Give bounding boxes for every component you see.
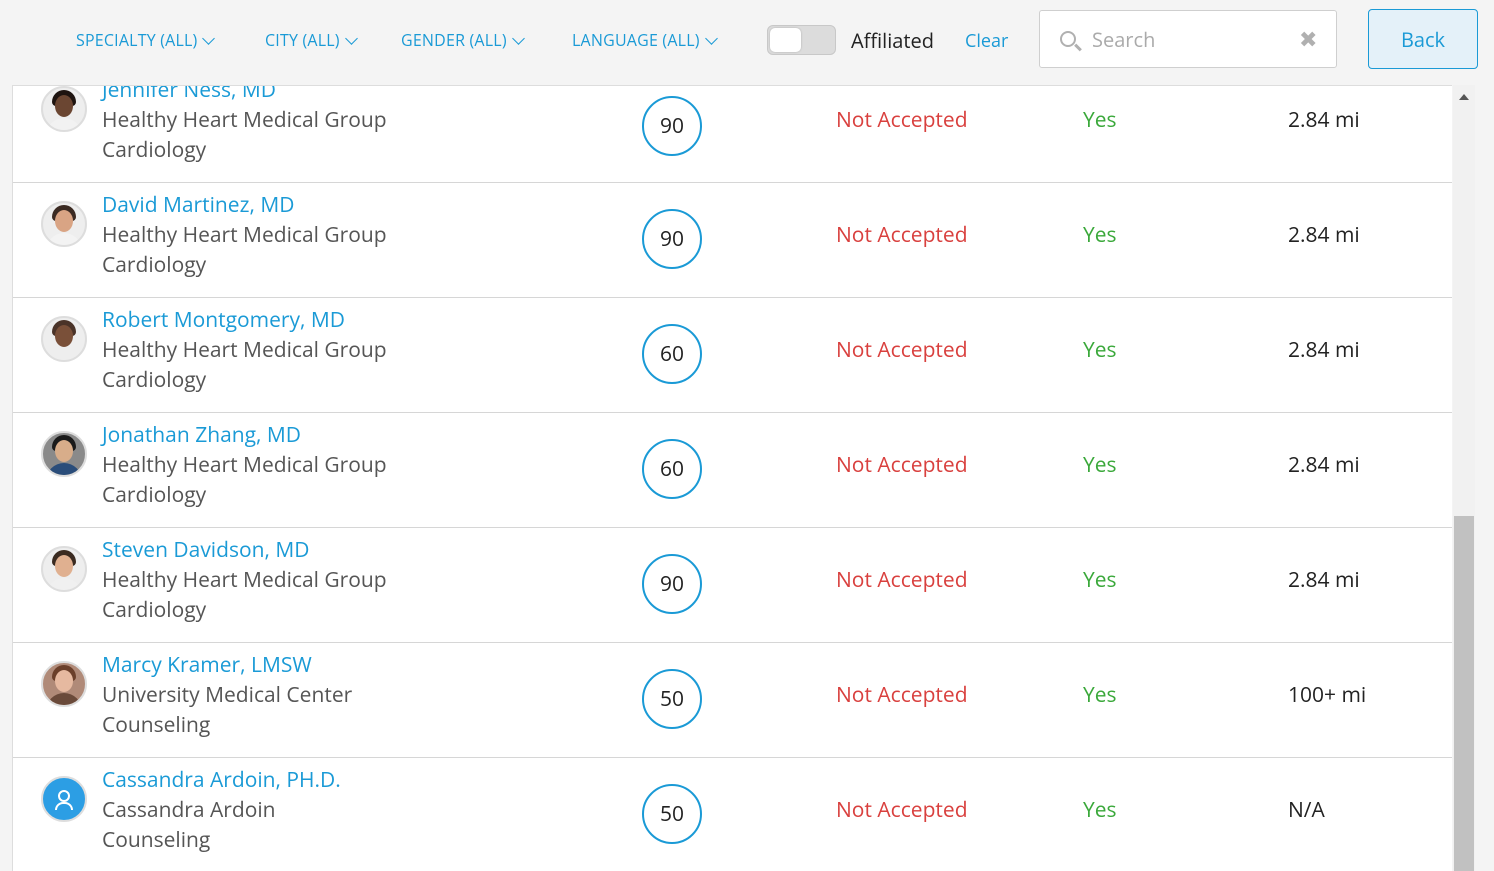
status-badge: Not Accepted xyxy=(836,336,968,364)
scroll-up-arrow-icon[interactable] xyxy=(1459,94,1469,100)
close-icon[interactable]: ✖ xyxy=(1299,28,1317,50)
avatar xyxy=(41,661,87,707)
specialty-filter[interactable]: SPECIALTY (ALL) xyxy=(76,28,216,52)
affiliated-value: Yes xyxy=(1083,681,1117,709)
status-badge: Not Accepted xyxy=(836,796,968,824)
toggle-knob xyxy=(770,28,801,52)
provider-org: Healthy Heart Medical Group xyxy=(102,451,387,479)
distance-value: 2.84 mi xyxy=(1288,566,1360,594)
affiliated-value: Yes xyxy=(1083,221,1117,249)
scroll-thumb[interactable] xyxy=(1454,516,1474,871)
table-row: Jonathan Zhang, MD Healthy Heart Medical… xyxy=(13,413,1452,528)
score-badge: 50 xyxy=(642,669,702,729)
provider-specialty: Cardiology xyxy=(102,136,207,164)
provider-specialty: Cardiology xyxy=(102,366,207,394)
provider-specialty: Cardiology xyxy=(102,596,207,624)
provider-name[interactable]: Marcy Kramer, LMSW xyxy=(102,651,312,679)
provider-name[interactable]: Steven Davidson, MD xyxy=(102,536,310,564)
specialty-filter-label: SPECIALTY (ALL) xyxy=(76,29,198,51)
provider-org: Healthy Heart Medical Group xyxy=(102,336,387,364)
back-button[interactable]: Back xyxy=(1368,9,1478,69)
score-badge: 60 xyxy=(642,439,702,499)
provider-org: Healthy Heart Medical Group xyxy=(102,221,387,249)
table-row: Marcy Kramer, LMSW University Medical Ce… xyxy=(13,643,1452,758)
provider-list: Jennifer Ness, MD Healthy Heart Medical … xyxy=(12,85,1452,871)
gender-filter-label: GENDER (ALL) xyxy=(401,29,507,51)
table-row: Cassandra Ardoin, PH.D. Cassandra Ardoin… xyxy=(13,758,1452,871)
status-badge: Not Accepted xyxy=(836,106,968,134)
distance-value: N/A xyxy=(1288,796,1325,824)
provider-name[interactable]: Robert Montgomery, MD xyxy=(102,306,345,334)
status-badge: Not Accepted xyxy=(836,221,968,249)
provider-name[interactable]: Jonathan Zhang, MD xyxy=(102,421,301,449)
provider-org: Healthy Heart Medical Group xyxy=(102,106,387,134)
affiliated-value: Yes xyxy=(1083,451,1117,479)
distance-value: 2.84 mi xyxy=(1288,221,1360,249)
search-box: ✖ xyxy=(1039,10,1337,68)
search-icon xyxy=(1060,31,1076,47)
table-row: Steven Davidson, MD Healthy Heart Medica… xyxy=(13,528,1452,643)
score-badge: 90 xyxy=(642,96,702,156)
score-badge: 90 xyxy=(642,209,702,269)
avatar xyxy=(41,316,87,362)
gender-filter[interactable]: GENDER (ALL) xyxy=(401,28,525,52)
affiliated-value: Yes xyxy=(1083,566,1117,594)
provider-specialty: Counseling xyxy=(102,711,211,739)
provider-name[interactable]: Cassandra Ardoin, PH.D. xyxy=(102,766,341,794)
provider-specialty: Cardiology xyxy=(102,251,207,279)
chevron-down-icon xyxy=(704,31,718,45)
affiliated-label: Affiliated xyxy=(851,27,934,54)
user-icon xyxy=(58,790,70,802)
scrollbar[interactable] xyxy=(1453,85,1475,871)
status-badge: Not Accepted xyxy=(836,566,968,594)
provider-org: Healthy Heart Medical Group xyxy=(102,566,387,594)
city-filter[interactable]: CITY (ALL) xyxy=(265,28,358,52)
provider-org: University Medical Center xyxy=(102,681,353,709)
affiliated-value: Yes xyxy=(1083,336,1117,364)
table-row: Robert Montgomery, MD Healthy Heart Medi… xyxy=(13,298,1452,413)
provider-specialty: Cardiology xyxy=(102,481,207,509)
avatar xyxy=(41,201,87,247)
score-badge: 50 xyxy=(642,784,702,844)
chevron-down-icon xyxy=(202,31,216,45)
avatar xyxy=(41,546,87,592)
avatar xyxy=(41,776,87,822)
provider-name[interactable]: David Martinez, MD xyxy=(102,191,294,219)
status-badge: Not Accepted xyxy=(836,681,968,709)
affiliated-toggle[interactable] xyxy=(767,25,836,55)
language-filter[interactable]: LANGUAGE (ALL) xyxy=(572,28,718,52)
provider-specialty: Counseling xyxy=(102,826,211,854)
score-badge: 60 xyxy=(642,324,702,384)
distance-value: 2.84 mi xyxy=(1288,336,1360,364)
distance-value: 2.84 mi xyxy=(1288,106,1360,134)
score-badge: 90 xyxy=(642,554,702,614)
provider-org: Cassandra Ardoin xyxy=(102,796,276,824)
search-input[interactable] xyxy=(1092,23,1292,55)
avatar xyxy=(41,431,87,477)
avatar xyxy=(41,86,87,132)
clear-link[interactable]: Clear xyxy=(965,29,1008,53)
status-badge: Not Accepted xyxy=(836,451,968,479)
table-row: Jennifer Ness, MD Healthy Heart Medical … xyxy=(13,86,1452,183)
affiliated-value: Yes xyxy=(1083,106,1117,134)
provider-name[interactable]: Jennifer Ness, MD xyxy=(102,86,276,104)
chevron-down-icon xyxy=(344,31,358,45)
chevron-down-icon xyxy=(511,31,525,45)
city-filter-label: CITY (ALL) xyxy=(265,29,340,51)
filter-bar: SPECIALTY (ALL) CITY (ALL) GENDER (ALL) … xyxy=(0,0,1494,84)
language-filter-label: LANGUAGE (ALL) xyxy=(572,29,700,51)
affiliated-value: Yes xyxy=(1083,796,1117,824)
distance-value: 100+ mi xyxy=(1288,681,1367,709)
table-row: David Martinez, MD Healthy Heart Medical… xyxy=(13,183,1452,298)
distance-value: 2.84 mi xyxy=(1288,451,1360,479)
